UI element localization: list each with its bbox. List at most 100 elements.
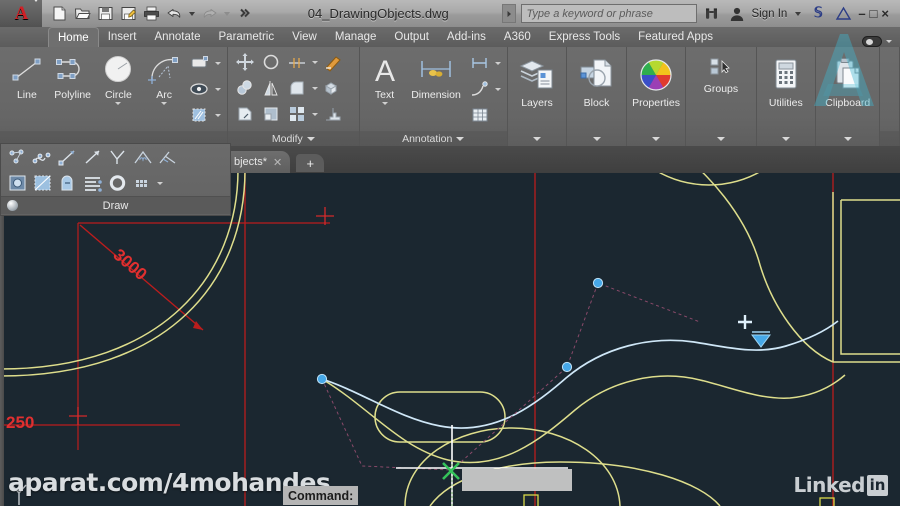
move-icon[interactable] xyxy=(232,49,258,75)
tab-featured-apps[interactable]: Featured Apps xyxy=(629,27,722,47)
multiline-icon[interactable] xyxy=(105,145,130,170)
leader-icon[interactable] xyxy=(467,76,493,102)
rectangle-icon[interactable] xyxy=(187,50,213,76)
boundary-icon[interactable] xyxy=(55,171,80,196)
leader-dropdown-icon[interactable] xyxy=(493,76,503,102)
layers-expand-icon[interactable] xyxy=(532,130,541,146)
ribbon-display-icon[interactable] xyxy=(862,36,882,47)
ribbon-panel-clipboard[interactable]: Clipboard xyxy=(816,47,881,146)
circle-dropdown-icon[interactable] xyxy=(115,102,122,105)
arc-dropdown-icon[interactable] xyxy=(161,102,168,105)
groups-expand-icon[interactable] xyxy=(716,130,725,146)
tab-home[interactable]: Home xyxy=(48,27,99,47)
autodesk-exchange-icon[interactable]: 𝕊 xyxy=(808,4,828,24)
3d-polyline-icon[interactable] xyxy=(130,171,155,196)
close-icon[interactable]: ✕ xyxy=(273,156,282,169)
properties-expand-icon[interactable] xyxy=(652,130,661,146)
rectangle-dropdown-icon[interactable] xyxy=(213,50,223,76)
search-binoculars-icon[interactable] xyxy=(702,4,722,24)
ellipse-dropdown-icon[interactable] xyxy=(213,76,223,102)
tab-a360[interactable]: A360 xyxy=(495,27,540,47)
search-dropdown-icon[interactable] xyxy=(501,4,516,23)
fillet-dropdown-icon[interactable] xyxy=(310,75,320,101)
maximize-button[interactable]: □ xyxy=(870,6,878,21)
tab-express-tools[interactable]: Express Tools xyxy=(540,27,629,47)
tab-addins[interactable]: Add-ins xyxy=(438,27,495,47)
revision-cloud-icon[interactable] xyxy=(130,145,155,170)
redo-dropdown-icon[interactable] xyxy=(221,3,232,24)
spline-midpoint-grip[interactable] xyxy=(738,315,752,329)
autodesk-help-icon[interactable] xyxy=(833,4,853,24)
linear-dimension-dropdown-icon[interactable] xyxy=(493,50,503,76)
search-input[interactable]: Type a keyword or phrase xyxy=(520,4,697,23)
undo-icon[interactable] xyxy=(163,3,185,24)
text-dropdown-icon[interactable] xyxy=(381,102,388,105)
command-line-prompt[interactable]: Command: xyxy=(283,486,359,505)
line-button[interactable]: Line xyxy=(4,50,50,101)
array-rect-icon[interactable] xyxy=(284,101,310,127)
dimension-button[interactable]: Dimension xyxy=(405,50,466,101)
spline-options-triangle-grip[interactable] xyxy=(751,334,771,348)
scale-icon[interactable] xyxy=(258,101,284,127)
save-as-icon[interactable] xyxy=(117,3,139,24)
chevron-down-icon[interactable] xyxy=(33,0,39,20)
panel-dialog-launcher-icon[interactable] xyxy=(7,200,18,211)
gradient-icon[interactable] xyxy=(30,171,55,196)
rotate-icon[interactable] xyxy=(258,49,284,75)
spline-endpoint-grip[interactable] xyxy=(316,373,328,385)
tab-output[interactable]: Output xyxy=(385,27,438,47)
ribbon-panel-utilities[interactable]: Utilities xyxy=(757,47,817,146)
linear-dimension-icon[interactable] xyxy=(467,50,493,76)
save-icon[interactable] xyxy=(94,3,116,24)
sign-in-dropdown-icon[interactable] xyxy=(792,3,803,24)
table-icon[interactable] xyxy=(467,102,493,128)
ribbon-panel-block[interactable]: Block xyxy=(567,47,627,146)
tab-view[interactable]: View xyxy=(283,27,326,47)
file-tab-drawing-objects[interactable]: bjects* ✕ xyxy=(228,151,291,173)
undo-dropdown-icon[interactable] xyxy=(186,3,197,24)
copy-icon[interactable] xyxy=(232,75,258,101)
region-icon[interactable] xyxy=(155,145,180,170)
table-style-icon[interactable] xyxy=(80,171,105,196)
tab-insert[interactable]: Insert xyxy=(99,27,146,47)
clipboard-expand-icon[interactable] xyxy=(843,130,852,146)
polyline-button[interactable]: Polyline xyxy=(50,50,96,101)
3d-polyline-dropdown-icon[interactable] xyxy=(155,170,165,196)
tab-annotate[interactable]: Annotate xyxy=(145,27,209,47)
minimize-button[interactable]: – xyxy=(858,6,865,21)
tab-parametric[interactable]: Parametric xyxy=(210,27,284,47)
sign-in-button[interactable]: Sign In xyxy=(752,8,788,20)
new-icon[interactable] xyxy=(48,3,70,24)
donut-icon[interactable] xyxy=(105,171,130,196)
array-icon[interactable] xyxy=(320,75,346,101)
ellipse-icon[interactable] xyxy=(187,76,213,102)
spline-fit-icon[interactable] xyxy=(30,145,55,170)
array-rect-dropdown-icon[interactable] xyxy=(310,101,320,127)
trim-icon[interactable] xyxy=(284,49,310,75)
fillet-icon[interactable] xyxy=(284,75,310,101)
trim-dropdown-icon[interactable] xyxy=(310,49,320,75)
multiple-points-icon[interactable] xyxy=(5,145,30,170)
ray-icon[interactable] xyxy=(80,145,105,170)
ribbon-panel-layers[interactable]: Layers xyxy=(508,47,568,146)
ribbon-panel-groups[interactable]: Groups xyxy=(686,47,757,146)
modify-expand-icon[interactable] xyxy=(306,137,315,141)
user-account-icon[interactable] xyxy=(727,4,747,24)
mirror-icon[interactable] xyxy=(258,75,284,101)
text-button[interactable]: A Text xyxy=(364,50,406,105)
more-commands-icon[interactable] xyxy=(233,3,255,24)
ribbon-panel-properties[interactable]: Properties xyxy=(627,47,687,146)
open-icon[interactable] xyxy=(71,3,93,24)
redo-icon[interactable] xyxy=(198,3,220,24)
hatch-icon[interactable] xyxy=(187,102,213,128)
utilities-expand-icon[interactable] xyxy=(781,130,790,146)
new-tab-button[interactable]: + xyxy=(296,154,325,172)
wipeout-icon[interactable] xyxy=(5,171,30,196)
drawing-canvas[interactable]: 3000 250 xyxy=(0,170,900,506)
construction-line-icon[interactable] xyxy=(55,145,80,170)
annotation-expand-icon[interactable] xyxy=(456,137,465,141)
spline-control-grip-2[interactable] xyxy=(561,361,573,373)
application-menu-button[interactable]: A xyxy=(0,0,42,27)
tab-manage[interactable]: Manage xyxy=(326,27,386,47)
chevron-down-icon[interactable] xyxy=(886,40,892,43)
